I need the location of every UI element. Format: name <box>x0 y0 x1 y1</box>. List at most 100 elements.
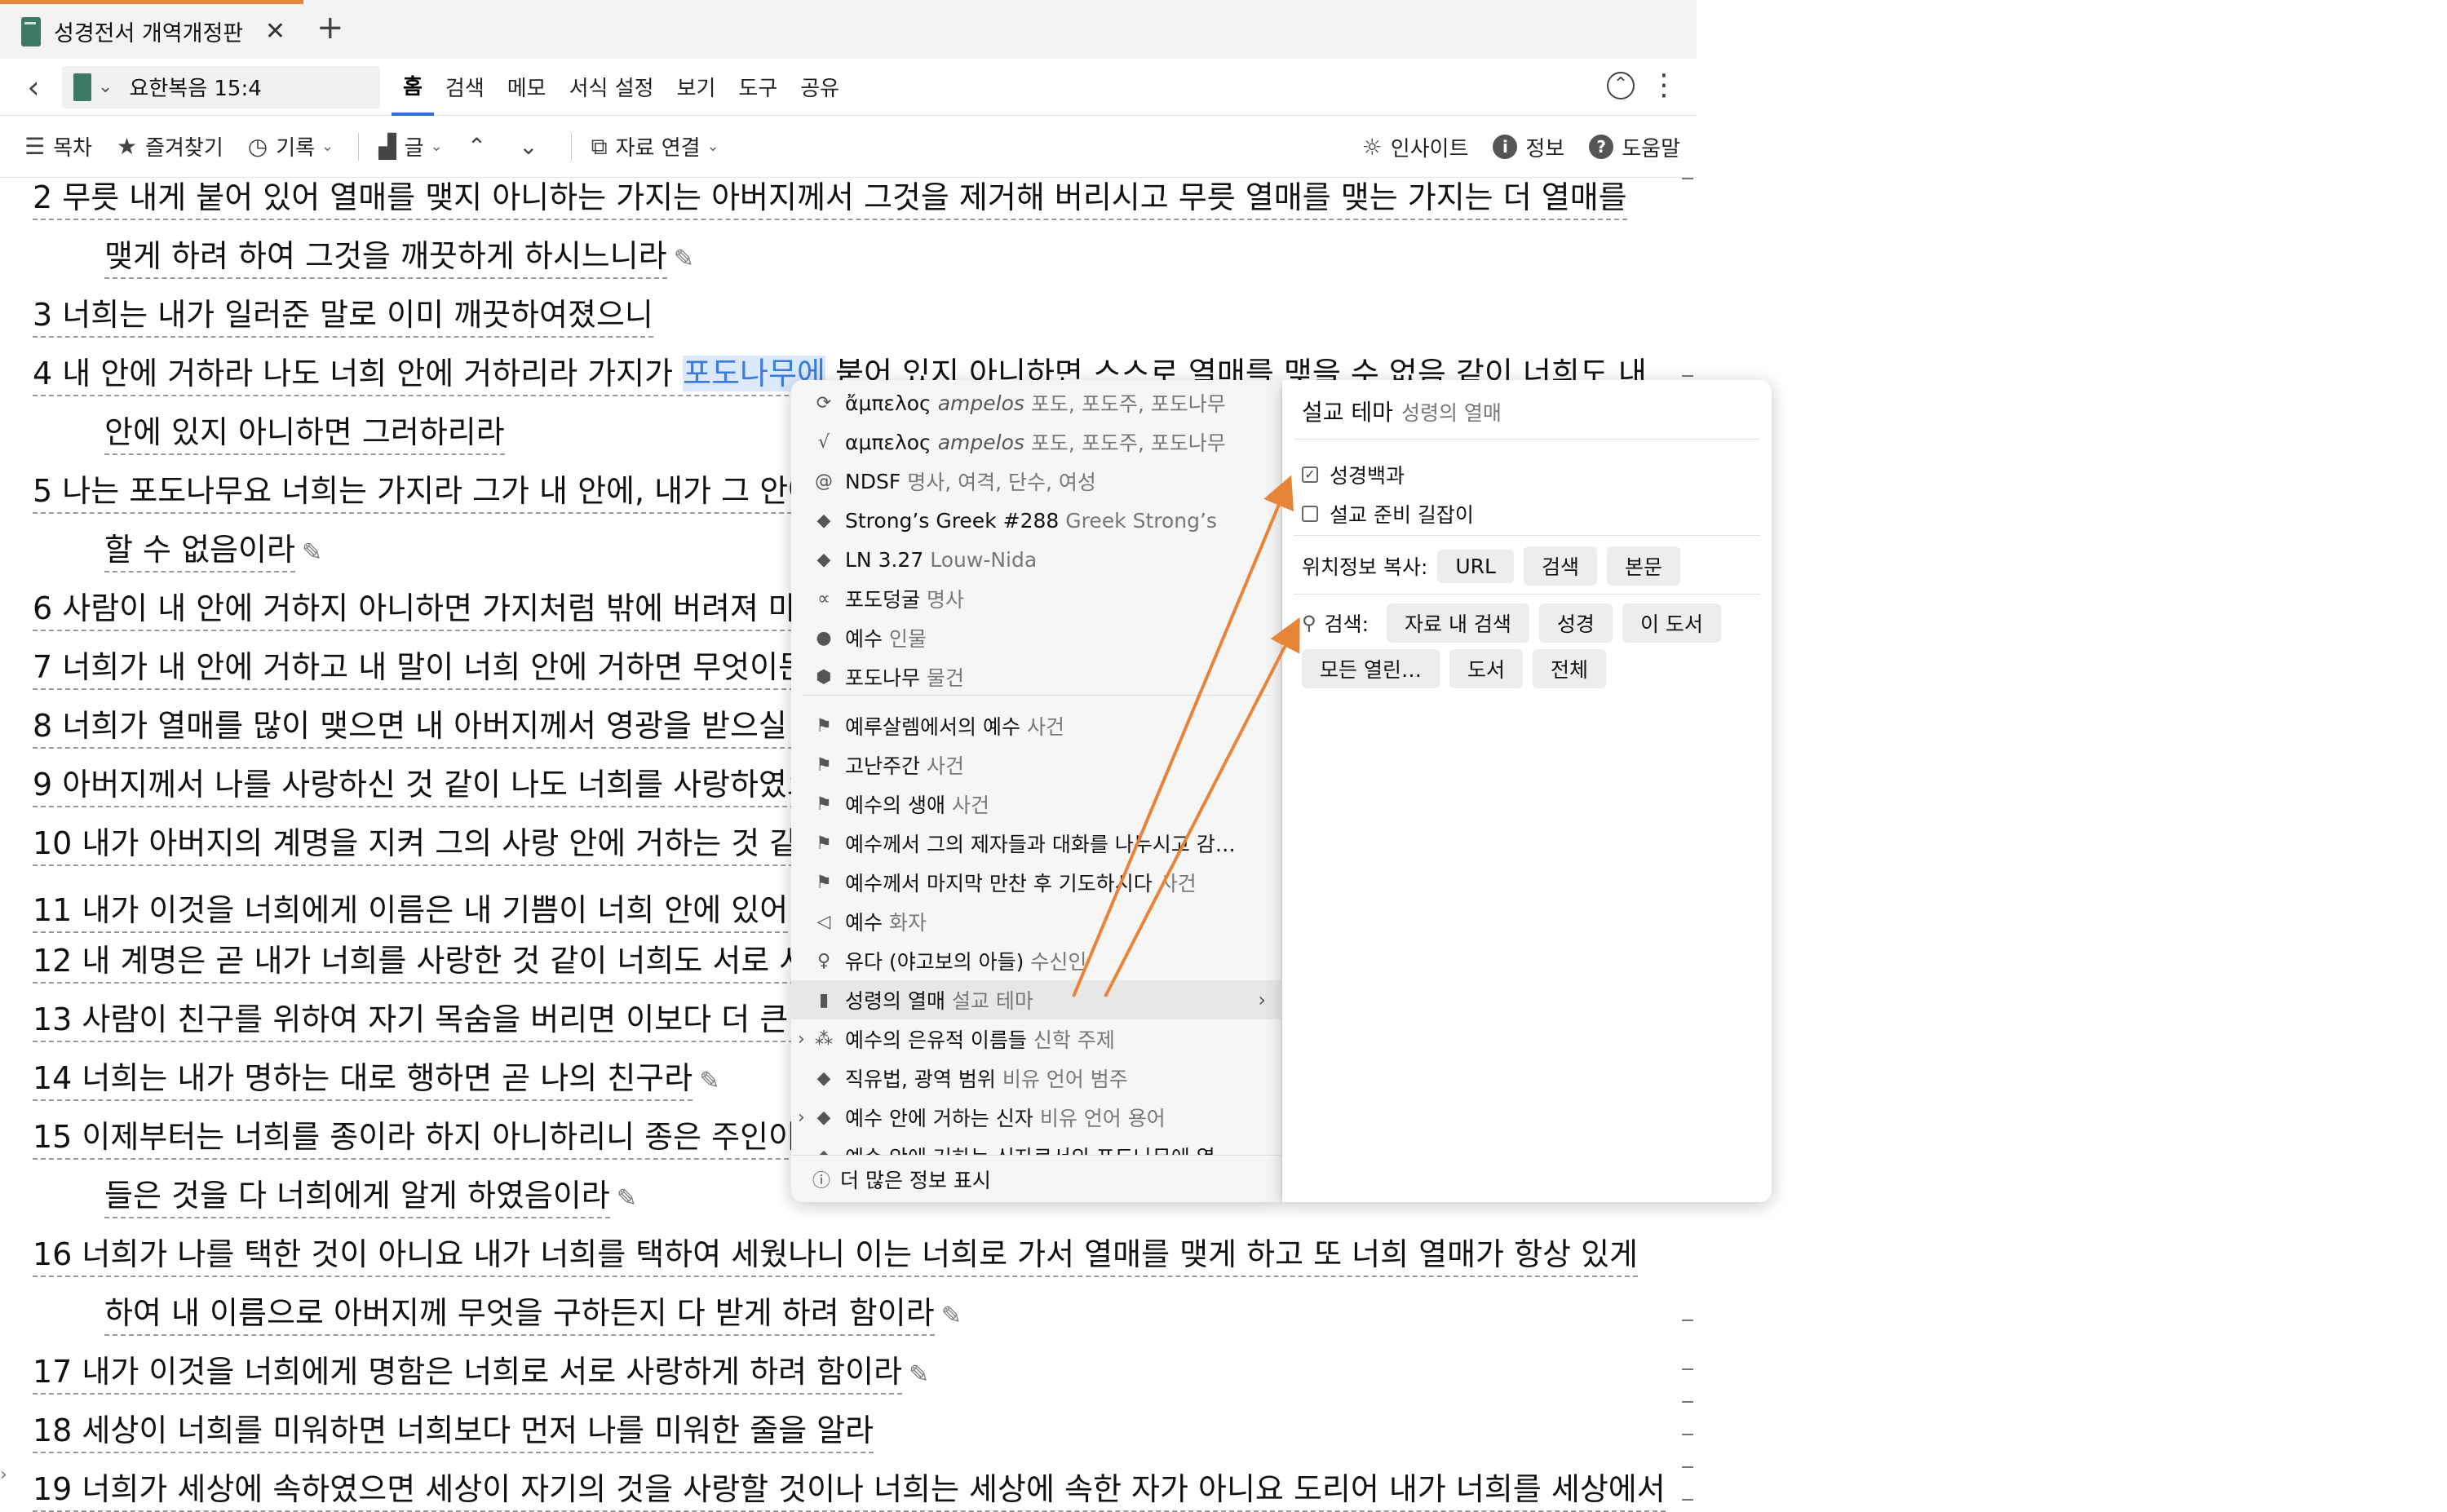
search-this-book-button[interactable]: 이 도서 <box>1622 603 1721 643</box>
item-icon: ◆ <box>816 510 831 531</box>
copy-search-button[interactable]: 검색 <box>1523 546 1597 586</box>
verse-line[interactable]: 5 나는 포도나무요 너희는 가지라 그가 내 안에, 내가 그 안에 <box>33 471 817 514</box>
verse-line[interactable]: 19 너희가 세상에 속하였으면 세상이 자기의 것을 사랑할 것이나 너희는 … <box>33 1470 1666 1512</box>
expand-icon[interactable]: › <box>798 1107 805 1128</box>
pencil-icon[interactable]: ✎ <box>302 538 322 567</box>
expand-left-icon[interactable]: › <box>0 1465 7 1485</box>
reference-box[interactable]: ⌄ 요한복음 15:4 <box>62 65 380 108</box>
verse-line[interactable]: 10 내가 아버지의 계명을 지켜 그의 사랑 안에 거하는 것 같이 <box>33 824 827 866</box>
pencil-icon[interactable]: ✎ <box>941 1302 962 1330</box>
favorites-button[interactable]: ★ 즐겨찾기 <box>117 131 223 161</box>
insight-button[interactable]: ☼ 인사이트 <box>1362 132 1469 162</box>
encyclopedia-option[interactable]: ✓ 성경백과 <box>1302 460 1405 489</box>
collapse-icon[interactable]: ⌃ <box>1607 71 1635 99</box>
verse-line[interactable]: 맺게 하려 하여 그것을 깨끗하게 하시느니라 ✎ <box>104 237 694 279</box>
verse-line[interactable]: 13 사람이 친구를 위하여 자기 목숨을 버리면 이보다 더 큰 사 <box>33 1000 827 1042</box>
verse-line[interactable]: 18 세상이 너희를 미워하면 너희보다 먼저 나를 미워한 줄을 알라 <box>33 1411 874 1453</box>
close-tab-button[interactable]: ✕ <box>265 17 285 46</box>
verse-line[interactable]: 하여 내 이름으로 아버지께 무엇을 구하든지 다 받게 하려 함이라 ✎ <box>104 1293 962 1336</box>
context-menu-item[interactable]: @ NDSF 명사, 여격, 단수, 여성 <box>791 462 1281 501</box>
history-button[interactable]: ◷ 기록 ⌄ <box>248 131 334 161</box>
context-menu-item[interactable]: ▮ 성령의 열매 설교 테마 › <box>791 980 1281 1019</box>
verse-line[interactable]: 할 수 없음이라 ✎ <box>104 530 322 573</box>
more-options-icon[interactable]: ⋮ <box>1649 69 1679 102</box>
verse-line[interactable]: 7 너희가 내 안에 거하고 내 말이 너희 안에 거하면 무엇이든지 <box>33 648 836 690</box>
menu-format[interactable]: 서식 설정 <box>558 59 666 116</box>
verse-line[interactable]: 12 내 계명은 곧 내가 너희를 사랑한 것 같이 너희도 서로 사랑 <box>33 941 837 984</box>
menu-home[interactable]: 홈 <box>392 59 434 116</box>
search-bible-button[interactable]: 성경 <box>1538 603 1613 643</box>
item-icon: ⚑ <box>816 833 832 854</box>
info-button[interactable]: i 정보 <box>1493 132 1564 162</box>
context-menu-item[interactable]: ⚑ 예수께서 그의 제자들과 대화를 나누시고 감… <box>791 824 1281 863</box>
context-menu-item[interactable]: › ⁂ 예수의 은유적 이름들 신학 주제 <box>791 1019 1281 1059</box>
link-resource-button[interactable]: ⧉ 자료 연결 ⌄ <box>591 131 719 161</box>
context-menu-item[interactable]: ⚑ 예수께서 마지막 만찬 후 기도하시다 사건 <box>791 863 1281 902</box>
verse-text: 2 무릇 내게 붙어 있어 열매를 맺지 아니하는 가지는 아버지께서 그것을 … <box>33 179 1627 220</box>
search-in-resource-button[interactable]: 자료 내 검색 <box>1387 603 1529 643</box>
item-icon: ◆ <box>816 1107 831 1128</box>
menu-tools[interactable]: 도구 <box>727 59 789 116</box>
verse-line[interactable]: 안에 있지 아니하면 그러하리라 <box>104 413 505 455</box>
verse-line[interactable]: 3 너희는 내가 일러준 말로 이미 깨끗하여졌으니 <box>33 295 653 338</box>
verse-line[interactable]: 11 내가 이것을 너희에게 이름은 내 기쁨이 너희 안에 있어1) <box>33 882 816 933</box>
search-all-open-button[interactable]: 모든 열린… <box>1302 649 1440 688</box>
search-books-button[interactable]: 도서 <box>1449 649 1523 688</box>
verse-line[interactable]: 16 너희가 나를 택한 것이 아니요 내가 너희를 택하여 세웠나니 이는 너… <box>33 1235 1639 1277</box>
pencil-icon[interactable]: ✎ <box>674 245 694 273</box>
back-button[interactable]: ‹ <box>11 69 55 105</box>
pencil-icon[interactable]: ✎ <box>617 1184 637 1213</box>
context-menu-item[interactable]: ♀ 유다 (야고보의 아들) 수신인 <box>791 941 1281 980</box>
menu-notes[interactable]: 메모 <box>496 59 558 116</box>
search-all-button[interactable]: 전체 <box>1532 649 1606 688</box>
verse-line[interactable]: 17 내가 이것을 너희에게 명함은 너희로 서로 사랑하게 하려 함이라 ✎ <box>33 1352 929 1395</box>
more-info-button[interactable]: ⓘ 더 많은 정보 표시 <box>791 1155 1281 1202</box>
reference-input[interactable]: 요한복음 15:4 <box>129 72 261 102</box>
context-menu-item[interactable]: ⚑ 고난주간 사건 <box>791 745 1281 785</box>
contents-button[interactable]: ☰ 목차 <box>24 131 92 161</box>
verse-line[interactable]: 14 너희는 내가 명하는 대로 행하면 곧 나의 친구라 ✎ <box>33 1059 719 1101</box>
lightbulb-icon: ☼ <box>1361 133 1383 161</box>
expand-icon[interactable]: › <box>798 1029 805 1050</box>
menu-search[interactable]: 검색 <box>434 59 496 116</box>
verse-line[interactable]: 2 무릇 내게 붙어 있어 열매를 맺지 아니하는 가지는 아버지께서 그것을 … <box>33 178 1627 220</box>
menu-share[interactable]: 공유 <box>789 59 851 116</box>
context-menu-item[interactable]: ● 예수 인물 <box>791 618 1281 657</box>
list-icon: ☰ <box>24 133 46 160</box>
previous-button[interactable]: ⌃ <box>467 133 494 160</box>
document-tab[interactable]: 성경전서 개역개정판 ✕ <box>0 0 303 59</box>
verse-line[interactable]: 들은 것을 다 너희에게 알게 하였음이라 ✎ <box>104 1176 637 1218</box>
context-menu-item[interactable]: ⚑ 예수의 생애 사건 <box>791 785 1281 824</box>
item-label: LN 3.27 <box>845 547 924 572</box>
pencil-icon[interactable]: ✎ <box>909 1360 929 1389</box>
more-info-label: 더 많은 정보 표시 <box>840 1168 991 1192</box>
sermon-guide-option[interactable]: 설교 준비 길잡이 <box>1302 499 1474 528</box>
context-menu-item[interactable]: ◁ 예수 화자 <box>791 902 1281 941</box>
context-menu-item[interactable]: ◆ Strong’s Greek #288 Greek Strong’s <box>791 501 1281 540</box>
pencil-icon[interactable]: ✎ <box>699 1067 719 1095</box>
context-menu-item[interactable]: ∝ 포도덩굴 명사 <box>791 579 1281 618</box>
verse-line[interactable]: 6 사람이 내 안에 거하지 아니하면 가지처럼 밖에 버려져 마르 <box>33 589 825 631</box>
help-button[interactable]: ? 도움말 <box>1589 132 1680 162</box>
next-button[interactable]: ⌄ <box>519 133 546 160</box>
context-menu-item[interactable]: › ◆ 예수 안에 거하는 신자 비유 언어 용어 <box>791 1098 1281 1137</box>
item-icon: ⚑ <box>816 872 832 893</box>
verse-line[interactable]: 8 너희가 열매를 많이 맺으면 내 아버지께서 영광을 받으실 것 <box>33 706 825 749</box>
item-icon: ∝ <box>817 588 830 609</box>
context-menu-item[interactable]: ⬢ 포도나무 물건 <box>791 657 1281 696</box>
menu-view[interactable]: 보기 <box>666 59 728 116</box>
checkbox-icon: ✓ <box>1302 466 1318 483</box>
context-menu-item[interactable]: √ αμπελος ampelos 포도, 포도주, 포도나무 <box>791 422 1281 462</box>
add-tab-button[interactable]: + <box>316 10 344 46</box>
context-menu-item[interactable]: ◆ LN 3.27 Louw-Nida <box>791 540 1281 579</box>
context-menu-item[interactable]: ⟳ ἄμπελος ampelos 포도, 포도주, 포도나무 <box>791 383 1281 422</box>
chevron-down-icon[interactable]: ⌄ <box>98 77 113 97</box>
verse-line[interactable]: 9 아버지께서 나를 사랑하신 것 같이 나도 너희를 사랑하였으니 <box>33 765 844 807</box>
context-menu-item[interactable]: ⚑ 예루살렘에서의 예수 사건 <box>791 706 1281 745</box>
divider <box>1294 439 1760 440</box>
copy-url-button[interactable]: URL <box>1437 549 1514 583</box>
context-menu-item[interactable]: ◆ 직유법, 광역 범위 비유 언어 범주 <box>791 1059 1281 1098</box>
verse-line[interactable]: 15 이제부터는 너희를 종이라 하지 아니하리니 종은 주인이 <box>33 1117 797 1160</box>
text-button[interactable]: ▟ 글 ⌄ <box>378 131 443 161</box>
copy-text-button[interactable]: 본문 <box>1607 546 1681 586</box>
